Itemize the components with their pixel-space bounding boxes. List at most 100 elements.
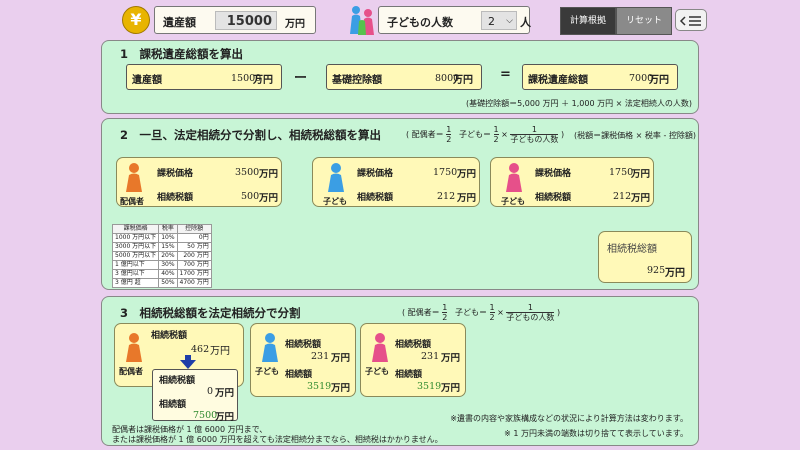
calculation-note-1: ※遺書の内容や家族構成などの状況により計算方法は変わります。	[450, 414, 688, 423]
section2-title: 2 一旦、法定相続分で分割し、相続税総額を算出	[120, 128, 381, 142]
child1-share-tax-value: 231	[311, 351, 330, 362]
child2-tax-card: 子ども 課税価格 1750 万円 相続税額 212 万円	[490, 157, 654, 207]
chevron-down-icon: ⌵	[506, 16, 513, 26]
minus-sign: ー	[294, 71, 308, 86]
child-ratio-b-num: 1	[510, 125, 559, 135]
table-row: 3000 万円以下 15% 50 万円	[111, 242, 212, 252]
child1-inherit-label: 相続額	[285, 370, 313, 380]
table-cell: 200 万円	[176, 251, 212, 261]
children-select[interactable]: 2 ⌵	[481, 11, 517, 30]
down-arrow-icon	[180, 354, 196, 369]
basic-deduction-note: (基礎控除額＝5,000 万円 ＋ 1,000 万円 × 法定相続人の人数)	[465, 99, 692, 108]
child1-tax-label: 相続税額	[357, 193, 394, 203]
child1-figure-icon	[325, 162, 347, 194]
tax-rate-header: 課税価格	[111, 224, 160, 234]
child-ratio-a-den: 2	[493, 135, 499, 144]
spouse-inherit-value: 7500	[193, 410, 218, 421]
child2-share-tax-unit: 万円	[441, 353, 461, 364]
total-tax-unit: 万円	[665, 268, 685, 279]
section-taxable-estate: 1 課税遺産総額を算出 遺産額 15000 万円 ー 基礎控除額 8000 万円…	[101, 40, 699, 114]
table-cell: 15%	[158, 242, 178, 252]
legal-share-ratio: ( 配偶者＝ 12 子ども＝ 12 × 1 子どもの人数 )	[406, 124, 574, 146]
ratio-paren-open: (	[406, 130, 410, 139]
spouse-ratio-den: 2	[446, 135, 452, 144]
spouse-tax-value: 500	[241, 191, 260, 202]
child1-tax-value: 212	[437, 191, 456, 202]
spouse-tax-card: 配偶者 課税価格 3500 万円 相続税額 500 万円	[116, 157, 282, 207]
spouse-final-tax-unit: 万円	[215, 388, 235, 399]
child1-taxable-value: 1750	[433, 167, 458, 178]
calc-basis-button[interactable]: 計算根拠	[560, 7, 616, 35]
child2-role-label: 子ども	[501, 197, 525, 206]
child2-tax-unit: 万円	[631, 193, 651, 204]
table-row: 5000 万円以下 20% 200 万円	[111, 251, 212, 261]
total-tax-value: 925	[647, 265, 666, 276]
tax-rate-header: 税率	[158, 224, 178, 234]
spouse-figure-icon	[123, 162, 145, 194]
ratio-paren-close: )	[560, 130, 565, 139]
reset-button[interactable]: リセット	[616, 7, 672, 35]
spouse-ratio-fraction: 12	[446, 125, 452, 144]
child-ratio-fraction-b: 1 子どもの人数	[510, 125, 559, 144]
table-cell: 700 万円	[176, 260, 212, 270]
spouse-taxable-value: 3500	[235, 167, 260, 178]
section1-title: 1 課税遺産総額を算出	[120, 47, 244, 61]
table-row: 1 億円以下 30% 700 万円	[111, 260, 212, 270]
estate-label: 遺産額	[163, 16, 196, 29]
spouse-role-label: 配偶者	[119, 367, 143, 376]
child-ratio-a-den: 2	[489, 313, 495, 322]
equals-sign: =	[500, 67, 511, 82]
tax-rate-table: 課税価格 税率 控除額 1000 万円以下 10% 0円 3000 万円以下 1…	[111, 224, 212, 288]
child-ratio-b-num: 1	[506, 303, 555, 313]
child2-share-tax-label: 相続税額	[395, 340, 432, 350]
child-ratio-a-num: 1	[489, 303, 495, 313]
estate-input[interactable]: 15000	[215, 11, 277, 30]
menu-toggle-button[interactable]	[675, 9, 707, 31]
child1-inherit-unit: 万円	[331, 383, 351, 394]
child-ratio-label: 子ども＝	[454, 308, 487, 317]
children-unit: 人	[520, 16, 531, 29]
menu-icon	[679, 16, 701, 26]
estate-input-group: 遺産額 15000 万円	[154, 6, 316, 34]
legal-share-ratio-repeat: ( 配偶者＝ 12 子ども＝ 12 × 1 子どもの人数 )	[402, 302, 570, 324]
child2-tax-label: 相続税額	[535, 193, 572, 203]
table-cell: 3 億円 超	[111, 278, 160, 288]
tax-formula: (税額＝課税価格 × 税率 - 控除額)	[574, 131, 697, 140]
ratio-times: ×	[497, 308, 504, 317]
ratio-times: ×	[501, 130, 508, 139]
child-ratio-fraction-a: 12	[493, 125, 499, 144]
estate-amount-box: 遺産額 15000 万円	[126, 64, 282, 90]
taxable-estate-label: 課税遺産総額	[528, 75, 588, 86]
child1-role-label: 子ども	[323, 197, 347, 206]
spouse-final-tax-value: 0	[207, 386, 214, 397]
child-ratio-a-num: 1	[493, 125, 499, 135]
child-ratio-b-den: 子どもの人数	[506, 313, 555, 322]
spouse-ratio-label: 配偶者＝	[411, 130, 444, 139]
child2-taxable-unit: 万円	[631, 169, 651, 180]
estate-unit: 万円	[285, 19, 305, 30]
spouse-final-tax-label: 相続税額	[159, 376, 196, 386]
estate-amount-unit: 万円	[253, 75, 273, 86]
table-row: 3 億円 超 50% 4700 万円	[111, 278, 212, 288]
child2-taxable-label: 課税価格	[535, 169, 572, 179]
table-cell: 50%	[158, 278, 178, 288]
taxable-estate-unit: 万円	[649, 75, 669, 86]
basic-deduction-unit: 万円	[453, 75, 473, 86]
table-cell: 1000 万円以下	[111, 233, 160, 243]
child1-share-tax-label: 相続税額	[285, 340, 322, 350]
table-cell: 3 億円以下	[111, 269, 160, 279]
yen-coin-icon: ¥	[122, 6, 150, 34]
child2-tax-value: 212	[613, 191, 632, 202]
child1-share-card: 子ども 相続税額 231 万円 相続額 3519 万円	[250, 323, 356, 397]
child1-share-tax-unit: 万円	[331, 353, 351, 364]
child2-inherit-value: 3519	[417, 381, 442, 392]
child-ratio-fraction-a: 12	[489, 303, 495, 322]
taxable-estate-box: 課税遺産総額 7000 万円	[522, 64, 678, 90]
children-label: 子どもの人数	[387, 16, 453, 29]
table-cell: 50 万円	[176, 242, 212, 252]
spouse-taxable-unit: 万円	[259, 169, 279, 180]
child1-inherit-value: 3519	[307, 381, 332, 392]
table-cell: 0円	[176, 233, 212, 243]
child2-inherit-label: 相続額	[395, 370, 423, 380]
spouse-ratio-num: 1	[442, 303, 448, 313]
